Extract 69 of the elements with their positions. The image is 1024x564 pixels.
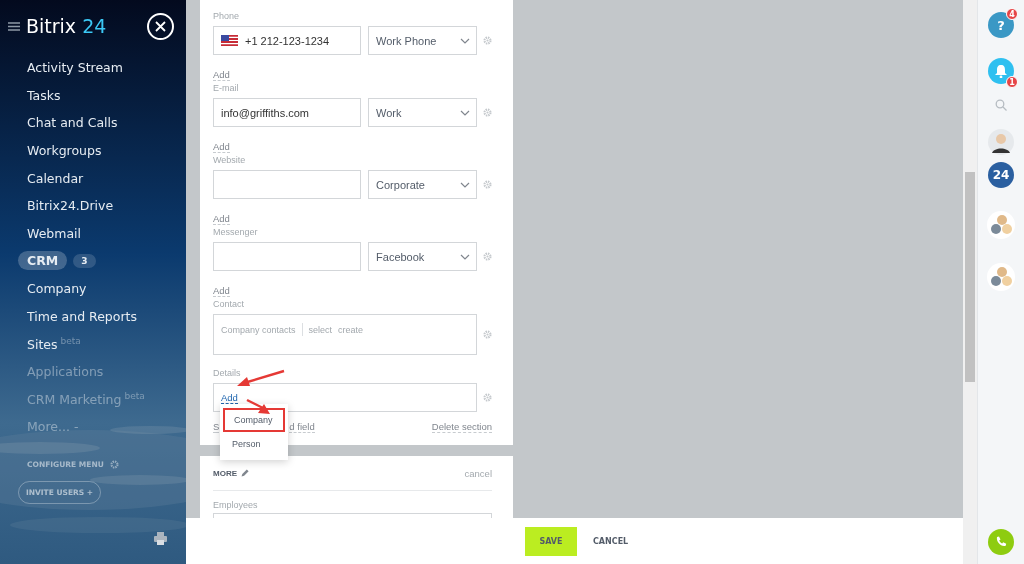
menu-item[interactable]: Bitrix24.Drive	[27, 198, 114, 214]
field-label: Phone	[213, 11, 241, 21]
field-label: Website	[213, 155, 247, 165]
type-select[interactable]: Facebook	[368, 242, 477, 271]
gear-icon[interactable]	[483, 252, 492, 261]
type-select[interactable]: Corporate	[368, 170, 477, 199]
select-field-link[interactable]: d field	[289, 421, 315, 433]
menu-item[interactable]: Company	[27, 281, 87, 297]
phone-icon	[995, 536, 1007, 548]
add-link[interactable]: Add	[213, 141, 230, 153]
group-avatar-icon[interactable]	[987, 263, 1015, 291]
close-icon	[155, 20, 166, 32]
chevron-icon	[460, 109, 470, 116]
menu-item[interactable]: Tasks	[27, 87, 61, 103]
field-label: E-mail	[213, 83, 240, 93]
close-button[interactable]	[147, 12, 174, 40]
menu-option[interactable]: Person	[220, 432, 288, 456]
scrollbar[interactable]	[963, 0, 977, 564]
text-field[interactable]	[213, 242, 362, 271]
menu-item[interactable]: CRM	[18, 251, 68, 271]
add-link[interactable]: Add	[213, 69, 230, 81]
text-field[interactable]: +1 212-123-1234	[213, 26, 362, 55]
gear-icon[interactable]	[483, 180, 492, 189]
select-field-link[interactable]: S	[213, 421, 220, 433]
logo: Bitrix 24	[26, 15, 108, 37]
text-field[interactable]	[213, 170, 362, 199]
menu-item[interactable]: Webmail	[27, 225, 82, 241]
gear-icon[interactable]	[483, 36, 492, 45]
menu-item[interactable]: Time and Reports	[27, 308, 137, 324]
menu-item[interactable]: Calendar	[27, 170, 84, 186]
cancel-button[interactable]: CANCEL	[587, 535, 635, 547]
menu-icon[interactable]	[8, 21, 20, 31]
field-label: Messenger	[213, 227, 259, 237]
notification-badge: 1	[1006, 76, 1018, 88]
add-link[interactable]: Add	[213, 213, 230, 225]
menu-item[interactable]: Sites $^{beta}$	[27, 335, 81, 352]
chevron-icon	[460, 37, 470, 44]
counter: 3	[73, 253, 96, 268]
field-label: Employees	[213, 500, 259, 510]
notification-badge: 4	[1006, 8, 1018, 20]
save-button[interactable]: SAVE	[525, 526, 577, 556]
section-title: MORE	[213, 468, 249, 478]
gear-icon[interactable]	[483, 330, 492, 339]
add-link[interactable]: Add	[213, 285, 230, 297]
flag-icon	[221, 35, 238, 46]
search-icon[interactable]	[995, 99, 1007, 111]
field-label: Details	[213, 368, 242, 378]
group-avatar-icon[interactable]	[987, 211, 1015, 239]
menu-item[interactable]: Activity Stream	[27, 60, 123, 76]
pencil-icon[interactable]	[241, 469, 249, 477]
field-label: Contact	[213, 299, 246, 309]
app-button[interactable]: 24	[988, 162, 1014, 188]
call-button[interactable]	[988, 529, 1014, 555]
avatar-icon[interactable]	[988, 129, 1014, 155]
menu-item[interactable]: Workgroups	[27, 143, 102, 159]
menu-option[interactable]: Company	[223, 408, 285, 432]
chevron-icon	[460, 253, 470, 260]
gear-icon[interactable]	[483, 393, 492, 402]
chevron-icon	[460, 181, 470, 188]
text-field[interactable]: info@griffiths.com	[213, 98, 362, 127]
add-link[interactable]: Add	[221, 391, 238, 404]
type-select[interactable]: Work Phone	[368, 26, 477, 55]
printer-icon[interactable]	[154, 532, 167, 545]
delete-section-link[interactable]: Delete section	[431, 421, 492, 433]
annotation-arrow	[245, 398, 273, 416]
bell-icon	[995, 64, 1007, 78]
gear-icon[interactable]	[483, 108, 492, 117]
menu-item[interactable]: Chat and Calls	[27, 115, 118, 131]
type-select[interactable]: Work	[368, 98, 477, 127]
